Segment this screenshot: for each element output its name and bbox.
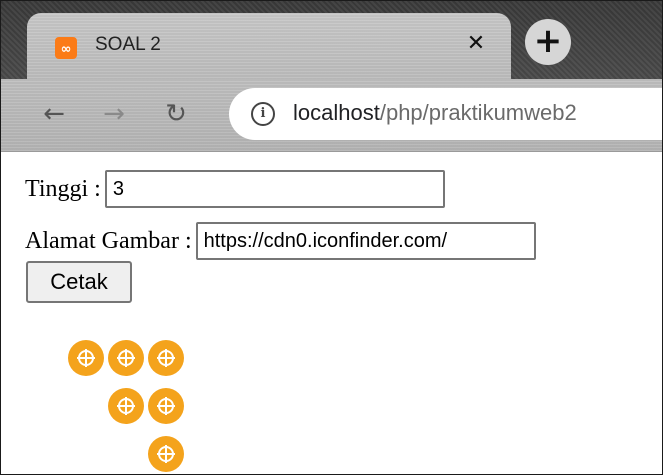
new-tab-button[interactable]: + xyxy=(525,19,571,65)
xampp-icon xyxy=(148,388,184,424)
reload-icon[interactable]: ↻ xyxy=(161,99,191,129)
alamat-gambar-label: Alamat Gambar : xyxy=(25,227,192,254)
site-info-icon[interactable]: i xyxy=(251,102,275,126)
url-path: /php/praktikumweb2 xyxy=(379,100,577,125)
tab-title: SOAL 2 xyxy=(95,34,161,55)
alamat-gambar-input[interactable] xyxy=(195,222,536,260)
tinggi-label: Tinggi : xyxy=(25,175,101,202)
forward-arrow-icon[interactable]: → xyxy=(99,99,129,129)
page-content: Tinggi : Alamat Gambar : Cetak xyxy=(1,152,662,474)
url-host: localhost xyxy=(293,100,380,125)
address-bar[interactable]: i localhost/php/praktikumweb2 xyxy=(229,88,662,140)
xampp-icon xyxy=(68,340,104,376)
xampp-favicon-icon: ∞ xyxy=(55,37,77,59)
xampp-icon xyxy=(108,388,144,424)
browser-toolbar: ← → ↻ i localhost/php/praktikumweb2 xyxy=(1,79,662,152)
browser-window: ∞ SOAL 2 ✕ + ← → ↻ i localhost/php/prakt… xyxy=(0,0,663,475)
url-text[interactable]: localhost/php/praktikumweb2 xyxy=(293,100,577,126)
xampp-icon xyxy=(148,436,184,472)
tinggi-input[interactable] xyxy=(104,170,445,208)
back-arrow-icon[interactable]: ← xyxy=(39,99,69,129)
tinggi-row: Tinggi : xyxy=(25,170,445,208)
tab-strip: ∞ SOAL 2 ✕ + xyxy=(1,1,662,81)
xampp-icon xyxy=(108,340,144,376)
alamat-gambar-row: Alamat Gambar : xyxy=(25,222,536,260)
close-tab-icon[interactable]: ✕ xyxy=(463,31,489,57)
xampp-icon xyxy=(148,340,184,376)
tab-soal-2[interactable]: ∞ SOAL 2 ✕ xyxy=(27,13,511,81)
cetak-button[interactable]: Cetak xyxy=(26,261,132,303)
